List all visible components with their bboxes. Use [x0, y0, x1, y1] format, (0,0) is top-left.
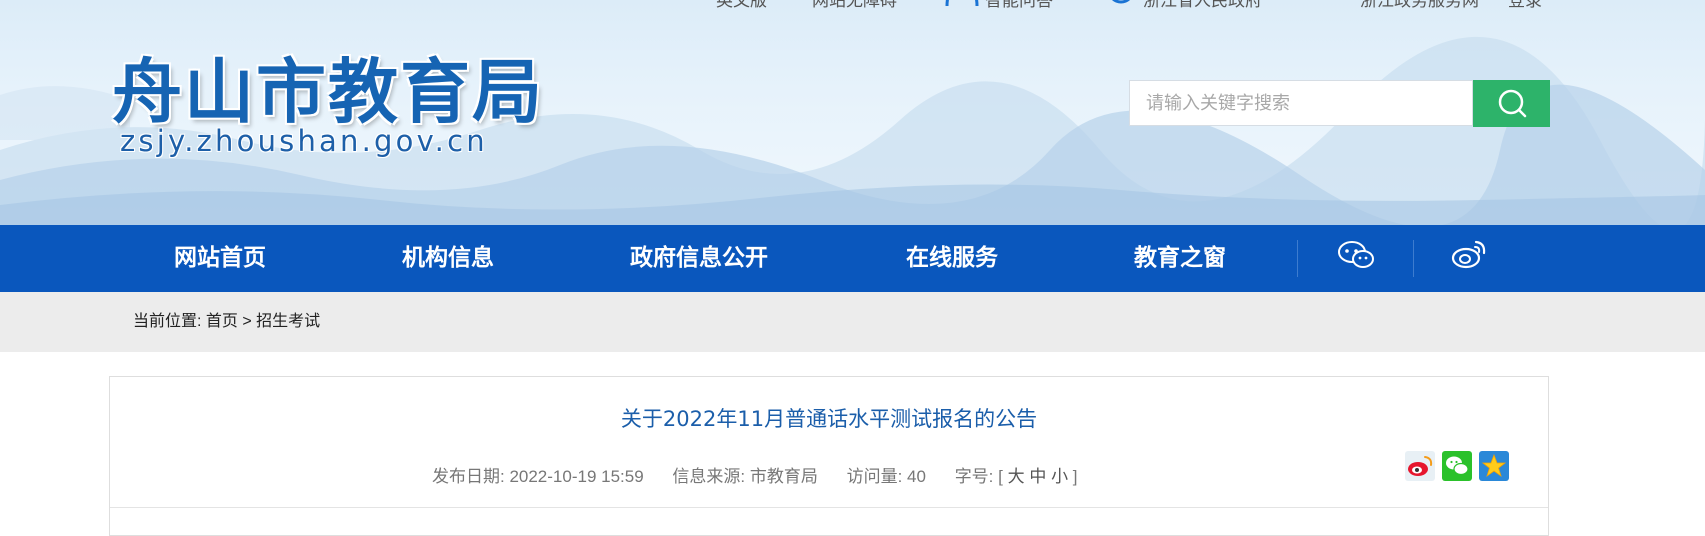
login-link[interactable]: 登录 [1508, 0, 1542, 11]
smart-qa-icon [945, 0, 979, 6]
search-icon [1498, 89, 1526, 117]
main-nav: 网站首页 机构信息 政府信息公开 在线服务 教育之窗 [0, 225, 1705, 292]
top-links: 英文版 网站无障碍 智能问答 浙江省人民政府 浙江政务服务网 登录 [0, 0, 1705, 11]
site-logo-domain: zsjy.zhoushan.gov.cn [120, 124, 488, 158]
nav-item-education-window[interactable]: 教育之窗 [1134, 225, 1226, 292]
weibo-icon[interactable] [1450, 237, 1490, 273]
site-header: 英文版 网站无障碍 智能问答 浙江省人民政府 浙江政务服务网 登录 舟山市教育局… [0, 0, 1705, 225]
view-count: 访问量: 40 [846, 467, 926, 486]
site-logo-title[interactable]: 舟山市教育局 [112, 36, 544, 137]
search-button[interactable] [1473, 80, 1550, 127]
zj-service-icon [1320, 0, 1350, 6]
article-divider [110, 507, 1548, 508]
zj-gov-icon [1111, 0, 1131, 4]
article-panel: 关于2022年11月普通话水平测试报名的公告 发布日期: 2022-10-19 … [109, 376, 1549, 536]
nav-item-organization[interactable]: 机构信息 [402, 225, 494, 292]
smart-qa-link[interactable]: 智能问答 [985, 0, 1053, 11]
wechat-share-icon[interactable] [1442, 451, 1472, 481]
zj-service-link[interactable]: 浙江政务服务网 [1360, 0, 1479, 11]
favorite-star-icon[interactable] [1479, 451, 1509, 481]
breadcrumb-prefix: 当前位置: [133, 313, 206, 330]
font-size-small-button[interactable]: 小 [1051, 467, 1068, 486]
breadcrumb-current-link[interactable]: 招生考试 [256, 313, 320, 330]
nav-divider [1297, 240, 1298, 277]
wechat-icon[interactable] [1336, 237, 1376, 273]
search-input[interactable] [1129, 80, 1473, 126]
breadcrumb-separator: > [237, 313, 257, 330]
nav-item-online-service[interactable]: 在线服务 [906, 225, 998, 292]
breadcrumb-bar: 当前位置: 首页 > 招生考试 [0, 292, 1705, 352]
english-version-link[interactable]: 英文版 [716, 0, 767, 11]
nav-item-home[interactable]: 网站首页 [174, 225, 266, 292]
publish-date: 发布日期: 2022-10-19 15:59 [432, 467, 644, 486]
nav-item-gov-info[interactable]: 政府信息公开 [630, 225, 768, 292]
breadcrumb: 当前位置: 首页 > 招生考试 [133, 292, 320, 352]
article-title: 关于2022年11月普通话水平测试报名的公告 [620, 407, 1038, 431]
font-size-close: ] [1072, 467, 1078, 486]
article-meta: 发布日期: 2022-10-19 15:59 信息来源: 市教育局 访问量: 4… [432, 462, 1078, 487]
accessibility-link[interactable]: 网站无障碍 [812, 0, 897, 11]
info-source: 信息来源: 市教育局 [672, 467, 818, 486]
nav-divider [1413, 240, 1414, 277]
zj-gov-link[interactable]: 浙江省人民政府 [1143, 0, 1262, 11]
weibo-share-icon[interactable] [1405, 451, 1435, 481]
font-size-label: 字号: [ [954, 467, 1003, 486]
font-size-large-button[interactable]: 大 [1008, 467, 1025, 486]
breadcrumb-home-link[interactable]: 首页 [206, 313, 238, 330]
font-size-medium-button[interactable]: 中 [1029, 467, 1046, 486]
